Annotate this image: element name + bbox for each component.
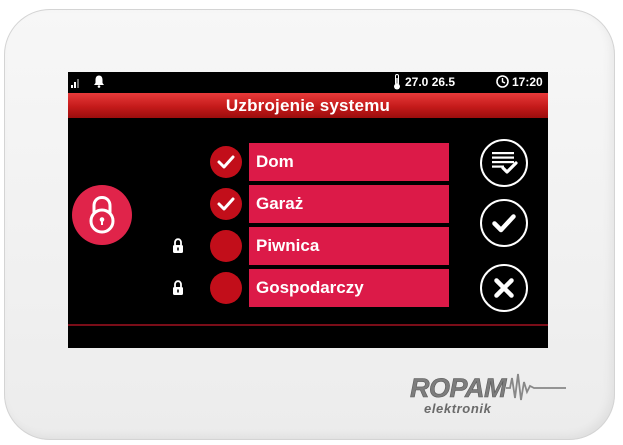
check-icon (217, 155, 235, 169)
zone-label[interactable]: Dom (249, 143, 449, 181)
zone-checkbox[interactable] (210, 230, 242, 262)
close-icon (494, 278, 514, 298)
confirm-button[interactable] (480, 199, 528, 247)
padlock-small-icon (173, 280, 183, 295)
zone-row[interactable]: Gospodarczy (68, 269, 548, 307)
zone-checkbox[interactable] (210, 188, 242, 220)
check-icon (492, 214, 516, 233)
touch-screen: 27.0 26.5 17:20 Uzbrojenie systemu Dom Ga… (68, 72, 548, 348)
clock-time: 17:20 (512, 75, 543, 89)
zone-checkbox[interactable] (210, 146, 242, 178)
ropam-logo: ROPAM elektronik (410, 373, 566, 416)
zone-row[interactable]: Garaż (68, 185, 548, 223)
thermometer-icon (394, 74, 400, 90)
brand-name: ROPAM (410, 373, 507, 403)
padlock-small-icon (173, 238, 183, 253)
temperature-readout: 27.0 26.5 (405, 75, 456, 89)
footer-divider (68, 324, 548, 326)
zone-label[interactable]: Piwnica (249, 227, 449, 265)
zone-label[interactable]: Gospodarczy (249, 269, 449, 307)
check-icon (217, 197, 235, 211)
signal-bars-icon (71, 79, 79, 88)
zone-row[interactable]: Dom (68, 143, 548, 181)
zone-checkbox[interactable] (210, 272, 242, 304)
cancel-button[interactable] (480, 264, 528, 312)
status-bar: 27.0 26.5 17:20 (68, 72, 548, 92)
bell-icon (94, 75, 104, 88)
zone-label[interactable]: Garaż (249, 185, 449, 223)
brand-subtitle: elektronik (424, 401, 492, 416)
page-title: Uzbrojenie systemu (68, 93, 548, 118)
zone-row[interactable]: Piwnica (68, 227, 548, 265)
checklist-icon (492, 152, 518, 174)
select-all-button[interactable] (480, 139, 528, 187)
clock-icon (496, 75, 509, 88)
